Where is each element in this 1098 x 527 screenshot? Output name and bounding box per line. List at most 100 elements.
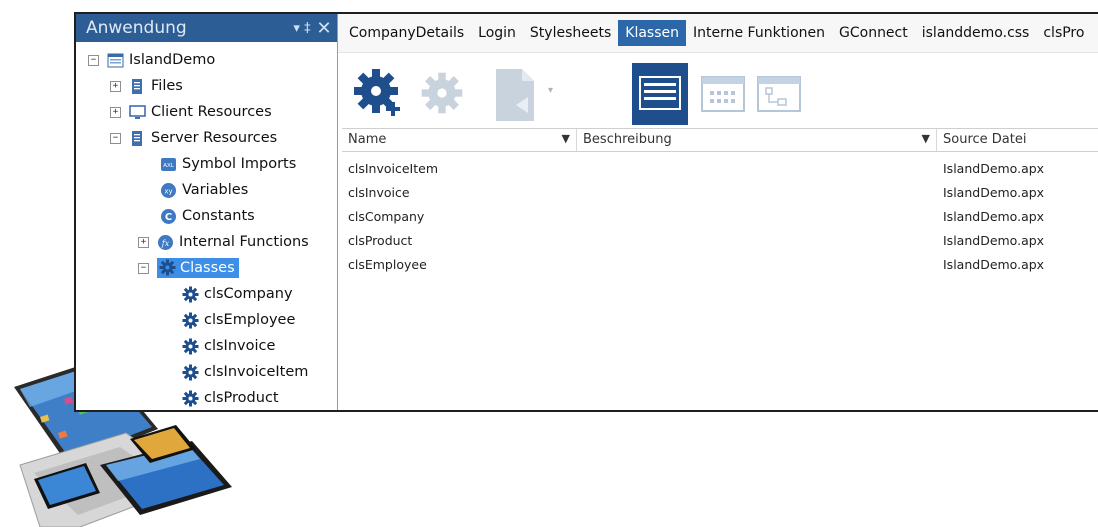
filter-icon[interactable]: ▼ xyxy=(922,132,930,145)
application-panel: Anwendung ▾ ‡ ✕ − IslandDemo + Files + C… xyxy=(76,14,338,410)
server-icon xyxy=(132,130,142,146)
tree-label: Internal Functions xyxy=(179,234,309,250)
toolbar: ▾ xyxy=(338,53,1098,125)
tab-klassen[interactable]: Klassen xyxy=(618,20,686,46)
expand-icon[interactable]: + xyxy=(110,106,121,118)
list-view-icon[interactable] xyxy=(632,63,688,125)
tree-label: clsCompany xyxy=(204,286,293,302)
cell-source: IslandDemo.apx xyxy=(943,184,1045,200)
cell-name: clsInvoiceItem xyxy=(348,160,439,176)
diagram-view-icon[interactable] xyxy=(756,75,802,113)
column-title: Beschreibung xyxy=(583,132,672,147)
svg-text:▾: ▾ xyxy=(548,85,553,96)
svg-text:C: C xyxy=(165,212,172,223)
collapse-icon[interactable]: − xyxy=(138,262,149,274)
tab-interne-funktionen[interactable]: Interne Funktionen xyxy=(686,20,832,46)
cell-source: IslandDemo.apx xyxy=(943,160,1045,176)
svg-text:AXL: AXL xyxy=(163,163,175,169)
cell-name: clsEmployee xyxy=(348,256,427,272)
tree-node-variables[interactable]: xy Variables xyxy=(160,178,248,202)
expand-icon[interactable]: + xyxy=(138,236,149,248)
tree-node-clsproduct[interactable]: clsProduct xyxy=(182,386,279,410)
tree-label: Variables xyxy=(182,182,249,198)
tree-node-constants[interactable]: C Constants xyxy=(160,204,255,228)
tree-node-symbol-imports[interactable]: AXL Symbol Imports xyxy=(160,152,296,176)
tree-node-server-resources[interactable]: − Server Resources xyxy=(110,126,277,150)
classes-grid: Name ▼ Beschreibung ▼ Source Datei clsIn… xyxy=(342,128,1098,410)
tree-label: Constants xyxy=(182,208,255,224)
gear-icon xyxy=(182,312,199,328)
table-row[interactable]: clsCompany IslandDemo.apx xyxy=(342,204,1098,228)
svg-text:xy: xy xyxy=(164,187,172,195)
tab-companydetails[interactable]: CompanyDetails xyxy=(342,20,471,46)
cell-name: clsProduct xyxy=(348,232,413,248)
filter-icon[interactable]: ▼ xyxy=(562,132,570,145)
cell-name: clsCompany xyxy=(348,208,425,224)
tree-node-files[interactable]: + Files xyxy=(110,74,183,98)
table-row[interactable]: clsProduct IslandDemo.apx xyxy=(342,228,1098,252)
tab-stylesheets[interactable]: Stylesheets xyxy=(523,20,618,46)
classes-label: Classes xyxy=(180,259,235,276)
table-row[interactable]: clsEmployee IslandDemo.apx xyxy=(342,252,1098,276)
svg-text:fx: fx xyxy=(161,239,170,248)
collapse-icon[interactable]: − xyxy=(110,132,121,144)
tab-login[interactable]: Login xyxy=(471,20,523,46)
application-icon xyxy=(107,53,124,67)
application-window: Anwendung ▾ ‡ ✕ − IslandDemo + Files + C… xyxy=(74,12,1098,412)
grid-view-icon[interactable] xyxy=(700,75,746,113)
tree-label: clsEmployee xyxy=(204,312,296,328)
gear-icon xyxy=(182,390,199,406)
cell-name: clsInvoice xyxy=(348,184,410,200)
variables-icon: xy xyxy=(161,182,176,198)
tree-label: Client Resources xyxy=(151,104,272,120)
gear-icon xyxy=(182,338,199,354)
panel-title: Anwendung xyxy=(86,18,187,38)
cell-source: IslandDemo.apx xyxy=(943,208,1045,224)
editor-area: CompanyDetails Login Stylesheets Klassen Int… xyxy=(338,14,1098,410)
cell-source: IslandDemo.apx xyxy=(943,232,1045,248)
tree-label: clsInvoice xyxy=(204,338,276,354)
panel-header: Anwendung ▾ ‡ ✕ xyxy=(76,14,337,42)
table-row[interactable]: clsInvoice IslandDemo.apx xyxy=(342,180,1098,204)
tree-node-clscompany[interactable]: clsCompany xyxy=(182,282,293,306)
close-icon[interactable]: ✕ xyxy=(311,18,337,39)
column-header-description[interactable]: Beschreibung ▼ xyxy=(577,129,937,151)
tree-label-selected: Classes xyxy=(157,258,239,278)
column-title: Source Datei xyxy=(943,132,1027,147)
collapse-icon[interactable]: − xyxy=(88,54,99,66)
gear-icon xyxy=(182,364,199,380)
expand-icon[interactable]: + xyxy=(110,80,121,92)
gear-icon xyxy=(159,259,176,276)
tab-clspro[interactable]: clsPro xyxy=(1036,20,1091,46)
document-icon[interactable]: ▾ xyxy=(494,67,554,123)
tree-node-clsemployee[interactable]: clsEmployee xyxy=(182,308,295,332)
column-header-source[interactable]: Source Datei xyxy=(937,129,1097,151)
tree-label: clsProduct xyxy=(204,390,279,406)
grid-header: Name ▼ Beschreibung ▼ Source Datei xyxy=(342,128,1098,152)
pin-icon[interactable]: ▾ ‡ xyxy=(293,21,311,36)
column-title: Name xyxy=(348,132,387,147)
tree-node-islanddemo[interactable]: − IslandDemo xyxy=(88,48,215,72)
table-row[interactable]: clsInvoiceItem IslandDemo.apx xyxy=(342,156,1098,180)
add-class-gear-icon[interactable] xyxy=(352,67,404,119)
monitor-icon xyxy=(129,104,146,119)
tab-gconnect[interactable]: GConnect xyxy=(832,20,915,46)
tree-label: clsInvoiceItem xyxy=(204,364,309,380)
tree-node-internal-functions[interactable]: + fx Internal Functions xyxy=(138,230,309,254)
tree-label: Files xyxy=(151,78,183,94)
tree-node-clsinvoiceitem[interactable]: clsInvoiceItem xyxy=(182,360,308,384)
tree-label: Server Resources xyxy=(151,130,278,146)
functions-icon: fx xyxy=(158,234,173,250)
files-icon xyxy=(132,78,142,94)
document-tabs: CompanyDetails Login Stylesheets Klassen Int… xyxy=(338,14,1098,53)
gear-icon[interactable] xyxy=(418,69,466,117)
tree-node-client-resources[interactable]: + Client Resources xyxy=(110,100,272,124)
gear-icon xyxy=(182,286,199,302)
tab-islanddemo-css[interactable]: islanddemo.css xyxy=(915,20,1037,46)
tree-label: Symbol Imports xyxy=(182,156,297,172)
tree-node-classes[interactable]: − Classes xyxy=(138,256,239,280)
column-header-name[interactable]: Name ▼ xyxy=(342,129,577,151)
symbol-imports-icon: AXL xyxy=(161,157,176,171)
tree-node-clsinvoice[interactable]: clsInvoice xyxy=(182,334,275,358)
cell-source: IslandDemo.apx xyxy=(943,256,1045,272)
